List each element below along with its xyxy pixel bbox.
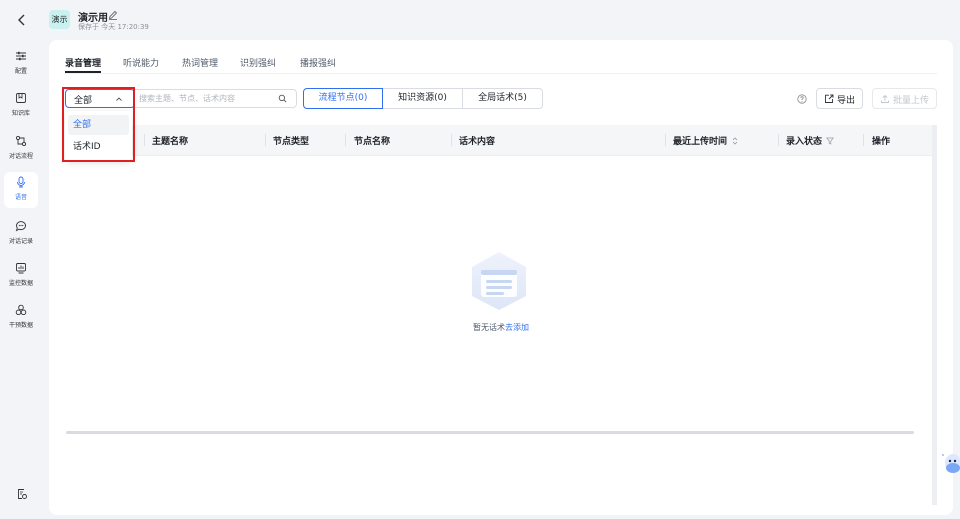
sidebar-item-chat-records[interactable]: 对话记录 [4,216,38,252]
bulk-upload-label: 批量上传 [893,96,930,106]
dropdown-option-script-id[interactable]: 话术ID [68,137,129,157]
sort-icon[interactable] [731,137,739,145]
column-separator [451,134,452,146]
flow-icon [15,135,27,147]
sidebar-item-voice[interactable]: 语音 [4,172,38,208]
column-separator [665,134,666,146]
app-badge: 演示 [49,10,70,29]
back-arrow-icon[interactable] [14,12,30,28]
empty-state-message: 暂无话术去添加 [49,322,953,333]
column-separator [778,134,779,146]
book-icon [16,93,26,103]
column-actions: 操作 [872,137,891,147]
column-script-content: 话术内容 [459,137,496,147]
column-last-upload-time-label: 最近上传时间 [673,137,728,147]
column-node-name: 节点名称 [354,137,391,147]
scope-select[interactable]: 全部 [65,89,135,108]
sidebar-item-config[interactable]: 配置 [4,46,38,82]
upload-icon [881,94,889,103]
column-separator [265,134,266,146]
edit-icon[interactable] [108,10,118,20]
column-separator [144,134,145,146]
export-icon [825,94,834,103]
tab-recording-management[interactable]: 录音管理 [65,56,101,69]
dropdown-option-all[interactable]: 全部 [68,115,129,135]
mic-icon [17,176,25,188]
main-panel: 录音管理 听说能力 热词管理 识别强纠 播报强纠 全部 流程节点(0) 知识资源… [49,40,953,515]
chat-icon [15,221,26,232]
sidebar-item-label: 对话记录 [8,238,33,245]
sidebar-item-monitor-data[interactable]: 监控数据 [4,258,38,294]
top-header: 演示 演示用 保存于 今天 17:20:39 [0,0,960,38]
segment-knowledge-resources[interactable]: 知识资源(0) [382,88,463,109]
settings-doc-icon[interactable] [16,488,28,500]
assistant-mascot-icon[interactable] [940,446,960,474]
segment-flow-nodes[interactable]: 流程节点(0) [303,88,383,109]
scope-select-value: 全部 [74,96,93,106]
column-entry-status[interactable]: 录入状态 [786,134,834,147]
export-label: 导出 [837,96,856,106]
sidebar-item-label: 语音 [14,194,27,201]
sidebar-item-label: 知识库 [11,110,30,117]
horizontal-scrollbar[interactable] [66,431,914,434]
column-separator [863,134,864,146]
search-input[interactable] [133,89,297,108]
save-status: 保存于 今天 17:20:39 [78,23,149,31]
column-entry-status-label: 录入状态 [786,137,823,147]
sidebar-item-label: 监控数据 [8,280,33,287]
sidebar-item-label: 配置 [14,68,27,75]
chevron-up-icon [116,97,122,101]
sidebar-item-label: 对话流程 [8,153,33,160]
empty-state-illustration [472,252,526,310]
sliders-icon [16,51,26,61]
tab-broadcast-correction[interactable]: 播报强纠 [300,56,336,69]
column-separator [345,134,346,146]
monitor-chart-icon [16,263,26,274]
add-script-link[interactable]: 去添加 [505,323,529,332]
intervene-icon [15,304,27,316]
tabs-divider [65,73,937,74]
sidebar-item-intervene-data[interactable]: 干预数据 [4,300,38,336]
sidebar-item-dialog-flow[interactable]: 对话流程 [4,131,38,167]
table-header: 主题名称 节点类型 节点名称 话术内容 最近上传时间 录入状态 操作 [65,125,937,156]
search-icon[interactable] [278,94,287,103]
bulk-upload-button[interactable]: 批量上传 [872,88,937,109]
filter-icon[interactable] [826,137,834,145]
scope-dropdown-menu: 全部 话术ID [65,111,132,161]
column-node-type: 节点类型 [273,137,310,147]
column-topic-name: 主题名称 [152,137,189,147]
sidebar-item-knowledge[interactable]: 知识库 [4,88,38,124]
tab-recognition-correction[interactable]: 识别强纠 [240,56,276,69]
segment-global-scripts[interactable]: 全局话术(5) [462,88,543,109]
tab-hotword-management[interactable]: 热词管理 [182,56,218,69]
sidebar-item-label: 干预数据 [8,322,33,329]
export-button[interactable]: 导出 [816,88,863,109]
fixed-column-shadow [932,125,937,505]
help-icon[interactable] [797,94,807,104]
empty-state-text: 暂无话术 [473,323,505,332]
tab-listening-ability[interactable]: 听说能力 [123,56,159,69]
sidebar: 配置 知识库 对话流程 语音 对话记录 监控数据 干预数据 [0,38,42,519]
column-last-upload-time[interactable]: 最近上传时间 [673,134,739,147]
